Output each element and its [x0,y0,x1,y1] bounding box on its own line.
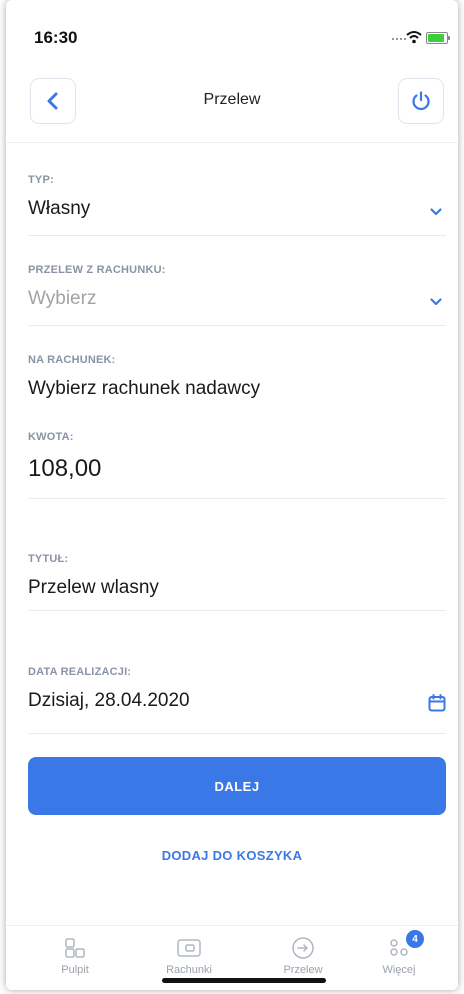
date-label: DATA REALIZACJI: [28,666,132,678]
title-label: TYTUŁ: [28,553,69,565]
next-button[interactable]: DALEJ [28,757,446,815]
page-title: Przelew [203,91,261,108]
amount-value[interactable]: 108,00 [28,455,446,483]
chevron-down-icon [430,208,442,216]
add-to-cart-link[interactable]: DODAJ DO KOSZYKA [6,848,458,863]
tab-pulpit[interactable]: Pulpit [30,926,120,976]
transfer-arrow-icon [292,937,314,959]
tab-label: Pulpit [61,964,89,976]
app-header: Przelew [6,78,458,130]
to-account-label: NA RACHUNEK: [28,354,116,366]
wallet-icon [177,939,201,957]
tab-rachunki[interactable]: Rachunki [144,926,234,976]
date-underline [28,733,446,734]
type-label: TYP: [28,174,54,186]
home-indicator [162,978,326,983]
power-icon [412,91,430,111]
tab-label: Przelew [283,964,323,976]
to-account-field[interactable]: NA RACHUNEK: Wybierz rachunek nadawcy [28,354,446,400]
dashboard-icon [65,938,85,958]
title-value[interactable]: Przelew wlasny [28,577,446,599]
from-account-value: Wybierz [28,288,97,309]
tab-wiecej[interactable]: 4 Więcej [354,926,444,976]
from-account-select[interactable]: PRZELEW Z RACHUNKU: Wybierz [28,264,446,326]
calendar-icon[interactable] [428,694,446,712]
wifi-icon [406,31,422,44]
type-select[interactable]: TYP: Własny [28,174,446,236]
header-divider [6,142,458,143]
phone-screen: 16:30 Przelew TYP: Własny PRZELEW Z RACH… [6,0,458,990]
amount-underline [28,498,446,499]
from-account-underline [28,325,446,326]
amount-field[interactable]: KWOTA: 108,00 [28,431,446,499]
signal-dots-icon [392,38,406,42]
type-value: Własny [28,198,91,219]
type-underline [28,235,446,236]
chevron-down-icon [430,298,442,306]
battery-icon [426,32,450,44]
amount-label: KWOTA: [28,431,74,443]
tab-label: Więcej [382,964,416,976]
logout-button[interactable] [398,78,444,124]
date-value: Dzisiaj, 28.04.2020 [28,690,190,711]
status-bar: 16:30 [6,28,458,50]
tab-przelew[interactable]: Przelew [258,926,348,976]
date-field[interactable]: DATA REALIZACJI: Dzisiaj, 28.04.2020 [28,666,446,734]
tab-label: Rachunki [166,964,212,976]
status-time: 16:30 [34,28,78,47]
to-account-value: Wybierz rachunek nadawcy [28,378,261,399]
title-underline [28,610,446,611]
notification-badge: 4 [406,930,424,948]
from-account-label: PRZELEW Z RACHUNKU: [28,264,166,276]
title-field[interactable]: TYTUŁ: Przelew wlasny [28,553,446,611]
